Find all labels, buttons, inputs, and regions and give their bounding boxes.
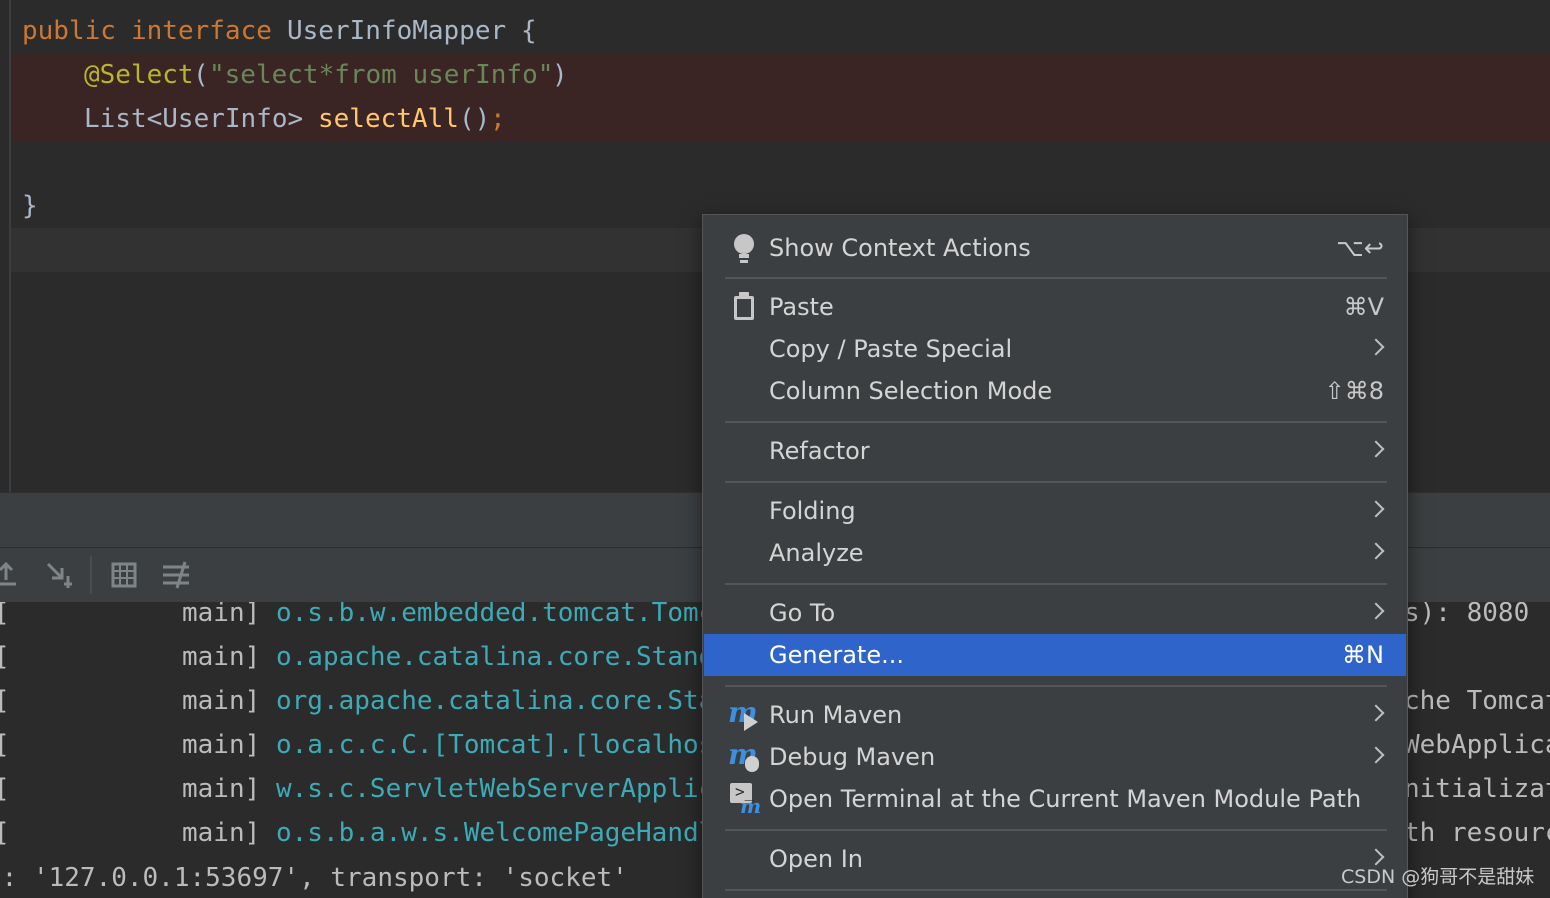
- chevron-right-icon: [1367, 848, 1385, 866]
- menu-item-label: Paste: [769, 293, 834, 321]
- menu-item-copy-paste-special[interactable]: Copy / Paste Special: [704, 328, 1406, 370]
- toolbar-separator: [90, 556, 92, 594]
- clipboard-icon: [728, 291, 760, 323]
- menu-separator: [725, 685, 1387, 687]
- menu-item-label: Generate...: [769, 641, 904, 669]
- console-line: [ main] org.apache.catalina.core.Sta: [0, 686, 715, 716]
- console-line-tail: s): 8080 (: [1404, 602, 1550, 628]
- menu-item-analyze[interactable]: Analyze: [704, 532, 1406, 574]
- csdn-watermark: CSDN @狗哥不是甜妹: [1341, 866, 1535, 888]
- maven-debug-icon: m: [728, 738, 759, 772]
- menu-item-column-selection-mode[interactable]: Column Selection Mode ⇧⌘8: [704, 370, 1406, 412]
- chevron-right-icon: [1367, 704, 1385, 722]
- menu-separator: [725, 481, 1387, 483]
- chevron-right-icon: [1367, 440, 1385, 458]
- console-line-tail: WebApplica: [1404, 730, 1550, 760]
- chevron-right-icon: [1367, 500, 1385, 518]
- menu-item-shortcut: ⌘V: [1343, 293, 1384, 321]
- menu-item-shortcut: ⇧⌘8: [1324, 377, 1384, 405]
- chevron-right-icon: [1367, 602, 1385, 620]
- menu-item-debug-maven[interactable]: m Debug Maven: [704, 736, 1406, 778]
- menu-item-label: Open Terminal at the Current Maven Modul…: [769, 785, 1362, 813]
- semicolon: ;: [490, 104, 506, 134]
- menu-separator: [725, 889, 1387, 891]
- menu-item-show-context-actions[interactable]: Show Context Actions ⌥↩: [704, 227, 1406, 269]
- menu-item-label: Open In: [769, 845, 864, 873]
- menu-item-go-to[interactable]: Go To: [704, 592, 1406, 634]
- chevron-right-icon: [1367, 338, 1385, 356]
- console-line-tail: nitializat: [1404, 774, 1550, 804]
- annotation-close-paren: ): [552, 60, 568, 90]
- menu-item-label: Refactor: [769, 437, 870, 465]
- console-line-tail: che Tomcat: [1404, 686, 1550, 716]
- menu-separator: [725, 829, 1387, 831]
- editor-context-menu: Show Context Actions ⌥↩ Paste ⌘V Copy / …: [702, 214, 1408, 898]
- scroll-to-end-icon[interactable]: [42, 558, 76, 592]
- select-annotation: @Select: [84, 60, 194, 90]
- keyword-public: public: [22, 16, 116, 46]
- code-line-method[interactable]: List<UserInfo> selectAll () ;: [11, 97, 1550, 141]
- console-line: [ main] o.a.c.c.C.[Tomcat].[localhos: [0, 730, 715, 760]
- maven-terminal-icon: >_ m: [728, 782, 761, 817]
- annotation-open-paren: (: [193, 60, 209, 90]
- menu-item-shortcut: ⌥↩: [1336, 234, 1384, 262]
- console-line: [ main] o.apache.catalina.core.Stand: [0, 642, 715, 672]
- table-icon[interactable]: [107, 558, 141, 592]
- menu-separator: [725, 421, 1387, 423]
- method-parens: (): [459, 104, 491, 134]
- menu-item-run-maven[interactable]: m Run Maven: [704, 694, 1406, 736]
- open-brace: {: [521, 16, 537, 46]
- console-line: [ main] o.s.b.w.embedded.tomcat.Tomc: [0, 602, 715, 628]
- code-line-interface[interactable]: public interface UserInfoMapper {: [0, 9, 1550, 53]
- menu-item-label: Column Selection Mode: [769, 377, 1053, 405]
- menu-item-open-terminal-maven[interactable]: >_ m Open Terminal at the Current Maven …: [704, 778, 1406, 820]
- menu-item-label: Show Context Actions: [769, 234, 1031, 262]
- filter-icon[interactable]: [159, 558, 193, 592]
- console-line: [ main] w.s.c.ServletWebServerApplic: [0, 774, 715, 804]
- interface-name: UserInfoMapper: [287, 16, 507, 46]
- menu-item-folding[interactable]: Folding: [704, 490, 1406, 532]
- menu-item-generate[interactable]: Generate... ⌘N: [704, 634, 1406, 676]
- menu-item-label: Copy / Paste Special: [769, 335, 1013, 363]
- menu-separator: [725, 277, 1387, 279]
- keyword-interface: interface: [131, 16, 272, 46]
- maven-run-icon: m: [728, 696, 758, 731]
- console-line-tail: th resourc: [1404, 818, 1550, 848]
- menu-item-open-in[interactable]: Open In: [704, 838, 1406, 880]
- menu-item-label: Analyze: [769, 539, 864, 567]
- console-line: [ main] o.s.b.a.w.s.WelcomePageHandl: [0, 818, 715, 848]
- menu-item-shortcut: ⌘N: [1342, 641, 1384, 669]
- menu-item-label: Folding: [769, 497, 856, 525]
- method-name: selectAll: [318, 104, 459, 134]
- close-brace: }: [22, 191, 38, 221]
- menu-item-label: Go To: [769, 599, 836, 627]
- return-type: List<UserInfo>: [84, 104, 304, 134]
- console-debugger-line: s: '127.0.0.1:53697', transport: 'socket…: [0, 863, 628, 893]
- export-icon[interactable]: [0, 558, 26, 592]
- sql-string: "select*from userInfo": [209, 60, 554, 90]
- menu-item-label: Debug Maven: [769, 743, 936, 771]
- menu-item-label: Run Maven: [769, 701, 903, 729]
- chevron-right-icon: [1367, 542, 1385, 560]
- menu-item-refactor[interactable]: Refactor: [704, 430, 1406, 472]
- lightbulb-icon: [728, 232, 760, 264]
- menu-item-paste[interactable]: Paste ⌘V: [704, 286, 1406, 328]
- chevron-right-icon: [1367, 746, 1385, 764]
- code-line-annotation[interactable]: @Select ( "select*from userInfo" ): [11, 53, 1550, 97]
- menu-separator: [725, 583, 1387, 585]
